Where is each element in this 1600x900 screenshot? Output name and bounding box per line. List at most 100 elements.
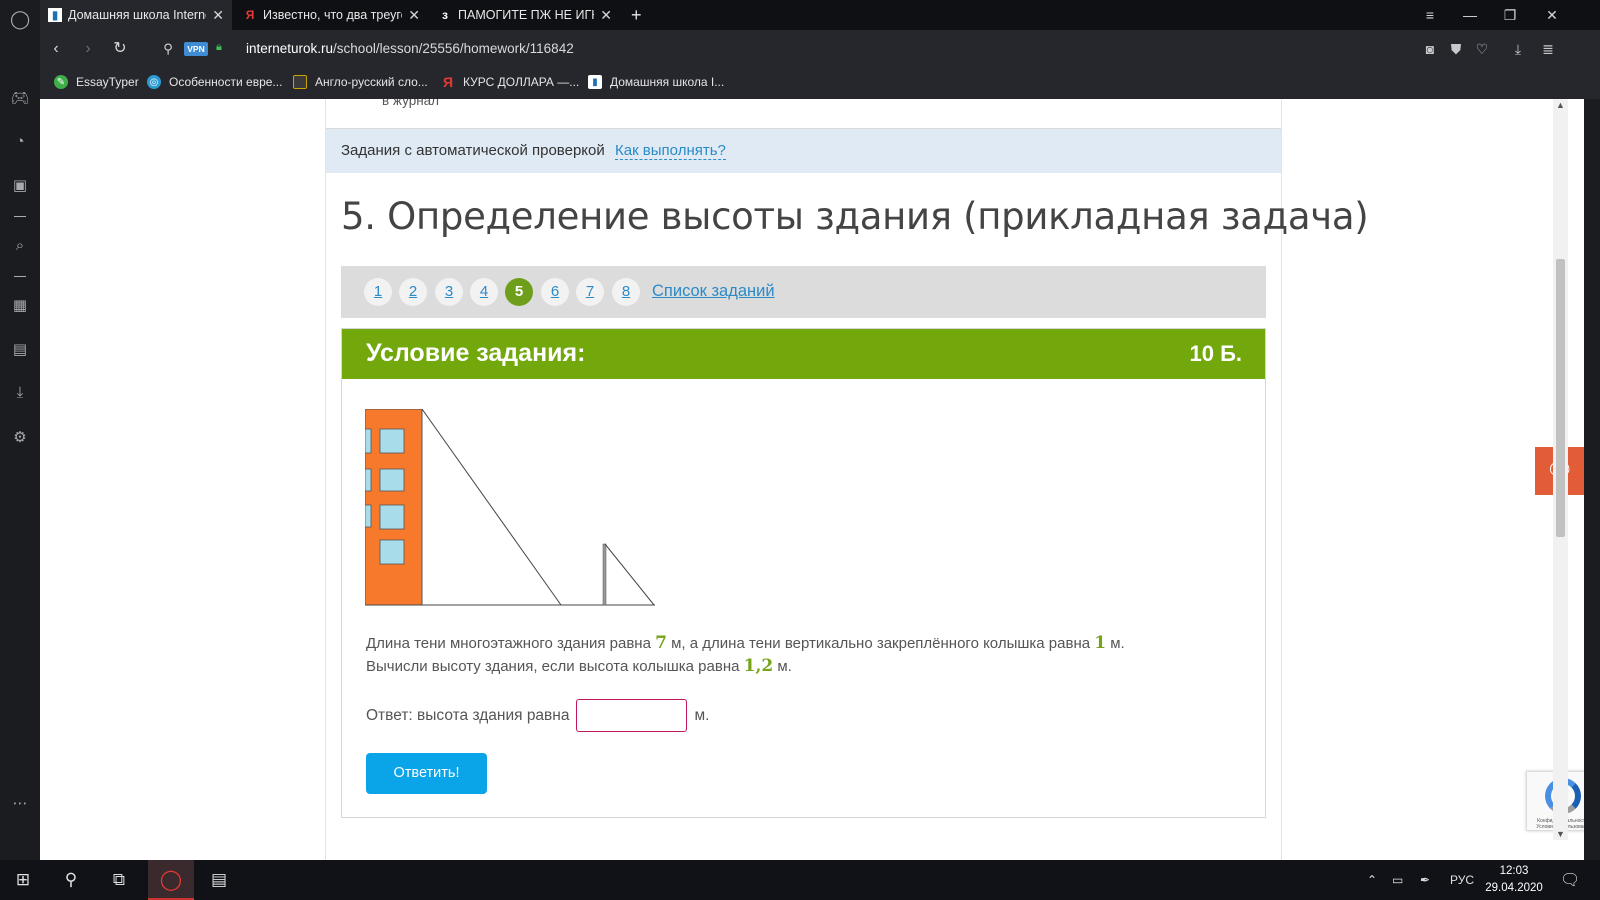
- camera-icon[interactable]: ◙: [1420, 39, 1440, 59]
- clock[interactable]: 12:03 29.04.2020: [1484, 863, 1544, 897]
- task-page-1[interactable]: 1: [364, 278, 392, 306]
- tab-yandex[interactable]: Я Известно, что два треугол ✕: [235, 0, 428, 30]
- vpn-badge[interactable]: VPN: [184, 42, 208, 56]
- submit-answer-button[interactable]: Ответить!: [366, 753, 487, 794]
- opera-sidebar: ◯ 🎮︎ ◔ ▣ ⌕ ▦ ▤ ⤓ ⚙ ⋯: [0, 0, 40, 860]
- task-page-3[interactable]: 3: [435, 278, 463, 306]
- scroll-up-icon[interactable]: ▲: [1553, 99, 1568, 111]
- autocheck-banner: Задания с автоматической проверкой Как в…: [326, 129, 1281, 173]
- building-shadow-ray: [421, 409, 562, 606]
- dictionary-icon: [293, 75, 307, 89]
- download-icon[interactable]: ⤓: [1508, 39, 1528, 59]
- page-viewport: в журнал Задания с автоматической провер…: [40, 99, 1584, 860]
- task-page-5-current[interactable]: 5: [505, 278, 533, 306]
- bookmark-essaytyper[interactable]: ✎ EssayTyper: [54, 75, 139, 89]
- close-icon[interactable]: ✕: [212, 7, 224, 24]
- search-key-icon[interactable]: ⚲: [158, 39, 178, 59]
- heart-icon[interactable]: ♡: [1472, 39, 1492, 59]
- apps-grid-icon[interactable]: ▦: [10, 296, 30, 316]
- task-view-icon[interactable]: ⧉: [96, 860, 142, 900]
- windows-start-icon[interactable]: ⊞: [0, 860, 46, 900]
- language-indicator[interactable]: РУС: [1450, 860, 1474, 900]
- peg: [602, 543, 607, 606]
- url-domain: interneturok.ru: [246, 41, 334, 56]
- yandex-icon: Я: [442, 74, 454, 90]
- opera-taskbar-icon[interactable]: ◯: [148, 860, 194, 900]
- answer-row: Ответ: высота здания равна м.: [366, 699, 709, 732]
- answer-unit: м.: [694, 706, 710, 724]
- close-icon[interactable]: ✕: [600, 7, 612, 24]
- problem-fragment: м, а длина тени вертикально закреплённог…: [666, 635, 1095, 652]
- scroll-thumb[interactable]: [1556, 259, 1565, 537]
- bookmark-anglo-russkiy[interactable]: Англо-русский сло...: [293, 75, 428, 89]
- task-page-7[interactable]: 7: [576, 278, 604, 306]
- bookmark-label: Домашняя школа I...: [610, 75, 725, 89]
- problem-line-2: Вычисли высоту здания, если высота колыш…: [366, 655, 1246, 678]
- gamepad-icon[interactable]: 🎮︎: [10, 89, 30, 109]
- bookmark-osobennosti[interactable]: ◎ Особенности евре...: [147, 75, 282, 89]
- tab-znanija[interactable]: з ПАМОГИТЕ ПЖ НЕ ИГНОР ✕: [430, 0, 620, 30]
- shield-icon[interactable]: ⛊: [1446, 39, 1466, 59]
- news-icon[interactable]: ▤: [10, 340, 30, 360]
- close-window-icon[interactable]: ✕: [1532, 0, 1572, 30]
- task-pager: 1 2 3 4 5 6 7 8 Список заданий: [341, 266, 1266, 318]
- task-page-6[interactable]: 6: [541, 278, 569, 306]
- task-page-4[interactable]: 4: [470, 278, 498, 306]
- search-icon[interactable]: ⚲: [48, 860, 94, 900]
- problem-fragment: м.: [773, 658, 792, 675]
- problem-fragment: м.: [1106, 635, 1125, 652]
- page-scrollbar[interactable]: ▲ ▼: [1553, 99, 1568, 840]
- clock-date: 29.04.2020: [1485, 882, 1543, 894]
- back-icon[interactable]: ‹: [46, 39, 66, 59]
- building-window: [365, 428, 372, 454]
- tab-menu-icon[interactable]: ≡: [1410, 0, 1450, 30]
- task-page-8[interactable]: 8: [612, 278, 640, 306]
- task-page-2[interactable]: 2: [399, 278, 427, 306]
- downloads-icon[interactable]: ⤓: [10, 383, 30, 403]
- opera-logo-icon[interactable]: ◯: [10, 9, 30, 29]
- yandex-icon: Я: [245, 8, 255, 22]
- pen-icon[interactable]: ✒: [1420, 860, 1430, 900]
- shadow-peg-value: 1: [1094, 633, 1107, 653]
- more-icon[interactable]: ⋯: [10, 794, 30, 814]
- speed-dial-icon[interactable]: ◔: [10, 132, 30, 152]
- bookmarks-bar: ✎ EssayTyper ◎ Особенности евре... Англо…: [40, 68, 1600, 99]
- building-window: [379, 428, 405, 454]
- tab-title: ПАМОГИТЕ ПЖ НЕ ИГНОР: [458, 8, 594, 22]
- restore-icon[interactable]: ❐: [1490, 0, 1530, 30]
- tray-chevron-icon[interactable]: ⌃: [1367, 860, 1377, 900]
- reload-icon[interactable]: ↻: [110, 39, 130, 59]
- task-header-title: Условие задания:: [366, 339, 586, 367]
- bookmark-label: Англо-русский сло...: [315, 75, 428, 89]
- search-icon[interactable]: ⌕: [10, 236, 30, 256]
- close-icon[interactable]: ✕: [408, 7, 420, 24]
- url-field[interactable]: interneturok.ru/school/lesson/25556/home…: [246, 41, 574, 56]
- bookmark-kurs-dollara[interactable]: Я КУРС ДОЛЛАРА —...: [441, 74, 579, 90]
- scroll-down-icon[interactable]: ▼: [1553, 828, 1568, 840]
- bookmark-icon: ▮: [588, 75, 602, 89]
- bookmark-domashnyaya-shkola[interactable]: ▮ Домашняя школа I...: [588, 75, 724, 89]
- task-header: Условие задания: 10 Б.: [342, 329, 1265, 379]
- building-shadow-figure: [365, 409, 655, 606]
- peg-shadow-ray: [604, 543, 655, 606]
- task-list-link[interactable]: Список заданий: [652, 282, 775, 301]
- bookmark-icon: ▮: [48, 8, 62, 22]
- forward-icon[interactable]: ›: [78, 39, 98, 59]
- new-tab-button[interactable]: +: [623, 0, 653, 30]
- twitch-icon[interactable]: ▣: [10, 176, 30, 196]
- howto-link[interactable]: Как выполнять?: [615, 142, 726, 160]
- building-window: [379, 539, 405, 565]
- notepad-taskbar-icon[interactable]: ▤: [196, 860, 242, 900]
- battery-icon[interactable]: ▭: [1392, 860, 1403, 900]
- shadow-building-value: 7: [655, 633, 667, 653]
- easy-setup-icon[interactable]: ≣: [1538, 39, 1558, 59]
- notifications-icon[interactable]: 🗨︎: [1560, 860, 1580, 900]
- building-window: [365, 468, 372, 492]
- settings-gear-icon[interactable]: ⚙: [10, 428, 30, 448]
- minimize-icon[interactable]: —: [1450, 0, 1490, 30]
- building-window: [379, 468, 405, 492]
- lock-icon[interactable]: 🔒︎: [216, 41, 228, 55]
- problem-fragment: Вычисли высоту здания, если высота колыш…: [366, 658, 744, 675]
- answer-input[interactable]: [576, 699, 688, 732]
- tab-interneturok[interactable]: ▮ Домашняя школа Interne ✕: [40, 0, 232, 30]
